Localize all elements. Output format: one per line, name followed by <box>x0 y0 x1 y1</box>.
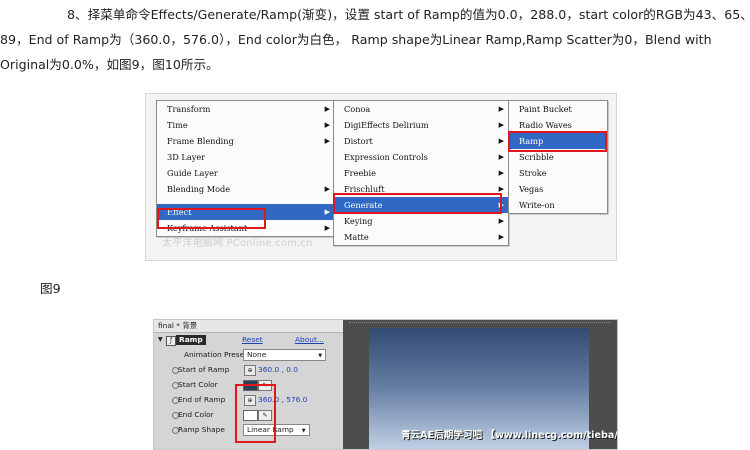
figure-9-caption: 图9 <box>40 281 61 296</box>
watermark: 太平洋电脑网 PConline.com.cn <box>162 238 313 249</box>
ramp-highlight-box <box>508 131 607 152</box>
submenu-arrow-icon: ▶ <box>324 208 330 216</box>
paragraph-line-3: Original为0.0%，如图9，图10所示。 <box>0 57 219 72</box>
menu-item-paint-bucket[interactable]: Paint Bucket <box>509 101 607 117</box>
collapse-triangle-icon[interactable]: ▼ <box>158 333 163 347</box>
menu-item-conoa[interactable]: Conoa ▶ <box>334 101 508 117</box>
composition-viewer: 青云AE后期学习吧 【www.linecg.com/tieba/1775】 <box>343 320 617 449</box>
start-of-ramp-row: Start of Ramp ⊕ 360.0 , 0.0 <box>154 362 343 377</box>
submenu-arrow-icon: ▶ <box>324 105 330 113</box>
params-highlight-box <box>235 384 276 443</box>
end-color-label: End Color <box>178 410 214 419</box>
menu-item-matte[interactable]: Matte ▶ <box>334 229 508 245</box>
figure-9-menu-screenshot: Transform ▶ Time ▶ Frame Blending ▶ 3D Laye… <box>145 93 617 261</box>
menu-item-guide-layer[interactable]: Guide Layer <box>157 165 334 181</box>
menu-item-vegas[interactable]: Vegas <box>509 181 607 197</box>
fx-toggle-icon[interactable]: ƒ <box>166 336 176 346</box>
submenu-arrow-icon: ▶ <box>324 121 330 129</box>
panel-tab[interactable]: final * 背景 <box>154 320 343 333</box>
menu-item-freebie[interactable]: Freebie ▶ <box>334 165 508 181</box>
menu-item-write-on[interactable]: Write-on <box>509 197 607 213</box>
overlay-watermark: 青云AE后期学习吧 【www.linecg.com/tieba/1775】 <box>401 430 618 441</box>
effect-submenu: Conoa ▶ DigiEffects Delirium ▶ Distort ▶ Ex… <box>333 100 509 246</box>
submenu-arrow-icon: ▶ <box>498 105 504 113</box>
submenu-arrow-icon: ▶ <box>324 185 330 193</box>
ramp-effect-header: ▼ ƒ Ramp Reset About... <box>154 333 343 347</box>
menu-item-keying[interactable]: Keying ▶ <box>334 213 508 229</box>
submenu-arrow-icon: ▶ <box>498 217 504 225</box>
ramp-shape-label: Ramp Shape <box>178 425 225 434</box>
menu-item-time[interactable]: Time ▶ <box>157 117 334 133</box>
paragraph-line-2: 89，End of Ramp为（360.0，576.0），End color为白… <box>0 32 712 47</box>
start-of-ramp-label: Start of Ramp <box>178 365 230 374</box>
start-color-label: Start Color <box>178 380 218 389</box>
submenu-arrow-icon: ▶ <box>498 233 504 241</box>
menu-item-expression-controls[interactable]: Expression Controls ▶ <box>334 149 508 165</box>
menu-item-stroke[interactable]: Stroke <box>509 165 607 181</box>
point-picker-icon[interactable]: ⊕ <box>244 365 256 376</box>
menu-item-distort[interactable]: Distort ▶ <box>334 133 508 149</box>
effect-controls-panel: final * 背景 ▼ ƒ Ramp Reset About... Anima… <box>154 320 343 449</box>
submenu-arrow-icon: ▶ <box>324 224 330 232</box>
figure-10-effect-controls: final * 背景 ▼ ƒ Ramp Reset About... Anima… <box>153 319 618 450</box>
instruction-paragraph: 8、择菜单命令Effects/Generate/Ramp(渐变)，设置 star… <box>0 2 750 77</box>
paragraph-line-1: 8、择菜单命令Effects/Generate/Ramp(渐变)，设置 star… <box>67 7 750 22</box>
menu-item-frame-blending[interactable]: Frame Blending ▶ <box>157 133 334 149</box>
start-of-ramp-value[interactable]: 360.0 , 0.0 <box>258 362 298 377</box>
menu-item-3d-layer[interactable]: 3D Layer <box>157 149 334 165</box>
animation-presets-row: Animation Presets: None ▼ <box>154 347 343 362</box>
menu-item-transform[interactable]: Transform ▶ <box>157 101 334 117</box>
generate-submenu: Paint Bucket Radio Waves Ramp Scribble S… <box>508 100 608 214</box>
submenu-arrow-icon: ▶ <box>498 153 504 161</box>
viewer-guide-line <box>349 322 611 324</box>
menu-item-digieffects-delirium[interactable]: DigiEffects Delirium ▶ <box>334 117 508 133</box>
generate-highlight-box <box>333 193 502 214</box>
dropdown-arrow-icon: ▼ <box>301 428 306 434</box>
effect-name: Ramp <box>176 335 206 345</box>
submenu-arrow-icon: ▶ <box>498 169 504 177</box>
presets-select[interactable]: None ▼ <box>243 349 327 361</box>
end-of-ramp-label: End of Ramp <box>178 395 226 404</box>
about-link[interactable]: About... <box>295 333 324 347</box>
submenu-arrow-icon: ▶ <box>324 137 330 145</box>
menu-item-blending-mode[interactable]: Blending Mode ▶ <box>157 181 334 197</box>
reset-link[interactable]: Reset <box>242 333 263 347</box>
submenu-arrow-icon: ▶ <box>498 137 504 145</box>
effect-highlight-box <box>157 208 266 229</box>
dropdown-arrow-icon: ▼ <box>318 353 323 359</box>
submenu-arrow-icon: ▶ <box>498 121 504 129</box>
